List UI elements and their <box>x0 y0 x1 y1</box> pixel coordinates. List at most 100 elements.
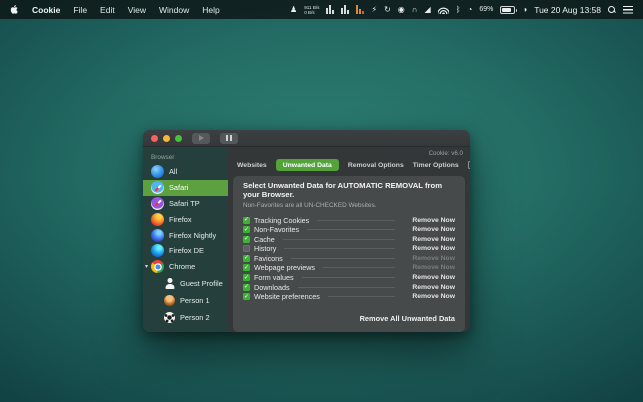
row-label: Cache <box>254 235 275 244</box>
sidebar-item-firefox-de[interactable]: ▾ Firefox DE <box>143 243 228 259</box>
bluetooth-icon[interactable]: ᛒ <box>456 6 461 14</box>
version-label: Cookie: v6.0 <box>228 147 470 157</box>
disk-meter-icon[interactable] <box>341 5 349 14</box>
remove-now-button[interactable]: Remove Now <box>403 274 455 281</box>
network-speed[interactable]: 911 B/s 0 B/s <box>304 5 319 15</box>
unwanted-data-row: ✓ History Remove Now <box>243 245 455 252</box>
search-icon[interactable] <box>608 6 616 14</box>
close-button[interactable] <box>151 135 158 142</box>
zoom-button[interactable] <box>175 135 182 142</box>
leader-line <box>302 277 395 278</box>
firefox-nightly-icon <box>151 229 164 242</box>
tab-removal-options[interactable]: Removal Options <box>348 159 404 171</box>
sidebar-toggle-icon[interactable] <box>468 161 470 169</box>
sidebar-item-person-1[interactable]: ▾ Person 1 <box>143 292 228 309</box>
chrome-icon <box>151 260 164 273</box>
sidebar-item-safari-tp[interactable]: ▾ Safari TP <box>143 196 228 212</box>
sidebar-item-firefox-nightly[interactable]: ▾ Firefox Nightly <box>143 227 228 243</box>
menu-app-name[interactable]: Cookie <box>32 5 60 15</box>
leader-line <box>283 239 395 240</box>
wifi-icon[interactable] <box>438 6 449 14</box>
leader-line <box>307 229 395 230</box>
sidebar-item-firefox[interactable]: ▾ Firefox <box>143 211 228 227</box>
remove-now-button[interactable]: Remove Now <box>403 264 455 271</box>
sidebar-header: Browser <box>143 152 228 164</box>
sidebar-item-person-2[interactable]: ▾ Person 2 <box>143 309 228 326</box>
checkbox[interactable]: ✓ <box>243 255 250 262</box>
disclosure-triangle-icon[interactable]: ▾ <box>145 263 148 270</box>
panel-title: Select Unwanted Data for AUTOMATIC REMOV… <box>243 181 455 199</box>
row-label: Favicons <box>254 254 283 263</box>
tab-websites[interactable]: Websites <box>237 159 267 171</box>
menu-help[interactable]: Help <box>202 5 219 15</box>
checkmark-icon: ✓ <box>244 217 249 223</box>
person2-icon <box>164 312 175 323</box>
minimize-button[interactable] <box>163 135 170 142</box>
sidebar-item-label: Safari <box>169 183 188 192</box>
moon-icon[interactable]: ◑ <box>522 6 527 14</box>
sidebar-item-label: Guest Profile <box>180 279 223 288</box>
leader-line <box>323 267 395 268</box>
remove-now-button[interactable]: Remove Now <box>403 217 455 224</box>
power-icon[interactable]: ⚡ <box>371 6 377 14</box>
menu-view[interactable]: View <box>128 5 146 15</box>
unwanted-data-row: ✓ Favicons Remove Now <box>243 255 455 262</box>
safari-tp-icon <box>151 197 164 210</box>
title-bar[interactable] <box>143 130 470 147</box>
browser-sidebar: Browser ▾ All ▾ Safari ▾ Safari TP ▾ Fir… <box>143 147 228 332</box>
sidebar-item-label: Safari TP <box>169 199 200 208</box>
sync-icon[interactable]: ↻ <box>384 6 391 14</box>
menu-window[interactable]: Window <box>159 5 189 15</box>
checkbox[interactable]: ✓ <box>243 245 250 252</box>
pause-icon <box>226 135 231 141</box>
cpu-meter-icon[interactable] <box>326 5 334 14</box>
checkbox[interactable]: ✓ <box>243 274 250 281</box>
checkbox[interactable]: ✓ <box>243 284 250 291</box>
remove-now-button[interactable]: Remove Now <box>403 245 455 252</box>
pause-button[interactable] <box>220 133 238 144</box>
play-icon <box>199 135 204 141</box>
record-icon[interactable]: ◉ <box>398 6 405 14</box>
user-icon[interactable]: ♟ <box>290 6 297 14</box>
row-label: Tracking Cookies <box>254 216 309 225</box>
remove-now-button[interactable]: Remove Now <box>403 236 455 243</box>
checkmark-icon: ✓ <box>244 255 249 261</box>
sidebar-item-all[interactable]: ▾ All <box>143 164 228 180</box>
unwanted-data-row: ✓ Tracking Cookies Remove Now <box>243 217 455 224</box>
sidebar-item-safari[interactable]: ▾ Safari <box>143 180 228 196</box>
checkbox[interactable]: ✓ <box>243 293 250 300</box>
leader-line <box>328 296 395 297</box>
play-button[interactable] <box>192 133 210 144</box>
tab-unwanted-data[interactable]: Unwanted Data <box>276 159 339 171</box>
remove-now-button[interactable]: Remove Now <box>403 255 455 262</box>
battery-icon[interactable] <box>500 6 515 14</box>
leader-line <box>298 287 395 288</box>
remove-now-button[interactable]: Remove Now <box>403 293 455 300</box>
checkbox[interactable]: ✓ <box>243 217 250 224</box>
tab-timer-options[interactable]: Timer Options <box>413 159 459 171</box>
checkmark-icon: ✓ <box>244 265 249 271</box>
clock-icon[interactable]: ◔ <box>468 6 473 14</box>
remove-now-button[interactable]: Remove Now <box>403 226 455 233</box>
checkbox[interactable]: ✓ <box>243 236 250 243</box>
checkmark-icon: ✓ <box>244 236 249 242</box>
remove-now-button[interactable]: Remove Now <box>403 284 455 291</box>
apple-icon[interactable] <box>10 4 19 15</box>
checkbox[interactable]: ✓ <box>243 264 250 271</box>
menu-edit[interactable]: Edit <box>100 5 115 15</box>
battery-percent: 69% <box>479 6 493 13</box>
menu-list-icon[interactable] <box>623 6 633 14</box>
globe-icon <box>151 165 164 178</box>
unwanted-data-row: ✓ Website preferences Remove Now <box>243 293 455 300</box>
cellular-icon[interactable]: ◢ <box>425 6 431 14</box>
remove-all-button[interactable]: Remove All Unwanted Data <box>360 314 455 323</box>
checkmark-icon: ✓ <box>244 284 249 290</box>
menu-file[interactable]: File <box>73 5 87 15</box>
menu-clock[interactable]: Tue 20 Aug 13:58 <box>534 5 601 15</box>
sidebar-item-chrome[interactable]: ▾ Chrome <box>143 259 228 275</box>
checkbox[interactable]: ✓ <box>243 226 250 233</box>
headphones-icon[interactable]: ∩ <box>412 6 418 14</box>
memory-meter-icon[interactable] <box>356 5 364 14</box>
sidebar-item-guest-profile[interactable]: ▾ Guest Profile <box>143 275 228 292</box>
menu-bar: Cookie File Edit View Window Help ♟ 911 B/s … <box>0 0 643 19</box>
